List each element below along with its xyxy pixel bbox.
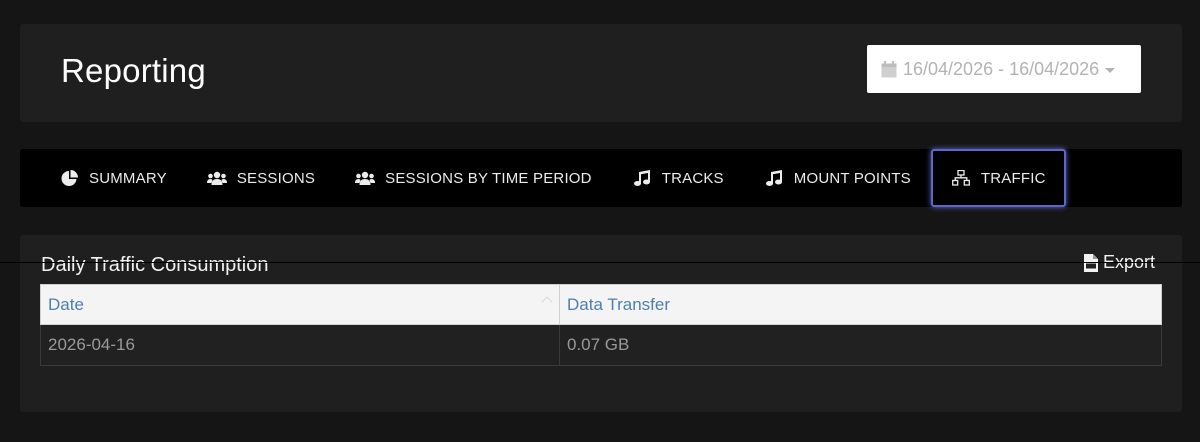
- cell-date: 2026-04-16: [40, 324, 560, 366]
- table-header-row: Date Data Transfer: [40, 284, 1162, 325]
- sitemap-icon: [951, 170, 971, 186]
- column-header-date[interactable]: Date: [40, 284, 560, 325]
- date-range-picker[interactable]: 16/04/2026 - 16/04/2026: [867, 45, 1141, 93]
- page-title: Reporting: [61, 52, 206, 89]
- tab-traffic-label: TRAFFIC: [980, 169, 1046, 187]
- header-panel: Reporting 16/04/2026 - 16/04/2026: [20, 24, 1182, 122]
- table-row: 2026-04-16 0.07 GB: [40, 324, 1162, 366]
- column-header-data-transfer-label: Data Transfer: [567, 294, 670, 314]
- pie-chart-icon: [59, 169, 79, 186]
- tab-traffic[interactable]: TRAFFIC: [930, 149, 1066, 207]
- report-tabs: SUMMARY SESSIONS SESSIONS BY TIME PERIOD…: [20, 149, 1182, 207]
- tab-sessions-label: SESSIONS: [236, 169, 316, 187]
- divider: [0, 262, 1200, 263]
- traffic-table: Date Data Transfer 2026-04-16 0.07 GB: [40, 284, 1162, 366]
- users-icon: [206, 170, 227, 186]
- section-title: Daily Traffic Consumption: [41, 254, 269, 276]
- tab-summary-label: SUMMARY: [89, 169, 167, 187]
- sort-ascending-icon: [541, 296, 553, 308]
- music-icon: [632, 170, 652, 186]
- chevron-down-icon: [1105, 68, 1116, 73]
- users-icon: [355, 170, 376, 186]
- tab-mount-points-label: MOUNT POINTS: [793, 169, 911, 187]
- tab-summary[interactable]: SUMMARY: [39, 150, 187, 206]
- column-header-data-transfer[interactable]: Data Transfer: [559, 284, 1162, 325]
- calendar-icon: [881, 60, 897, 77]
- tab-tracks[interactable]: TRACKS: [612, 150, 744, 206]
- column-header-date-label: Date: [48, 294, 84, 314]
- tab-sessions-by-time-period[interactable]: SESSIONS BY TIME PERIOD: [335, 150, 612, 206]
- date-range-value: 16/04/2026 - 16/04/2026: [903, 58, 1100, 79]
- tab-sessions[interactable]: SESSIONS: [187, 150, 335, 206]
- tab-sessions-by-time-period-label: SESSIONS BY TIME PERIOD: [385, 169, 592, 187]
- cell-data-transfer: 0.07 GB: [559, 324, 1162, 366]
- tab-mount-points[interactable]: MOUNT POINTS: [744, 150, 931, 206]
- music-icon: [764, 170, 784, 186]
- tab-tracks-label: TRACKS: [661, 169, 724, 187]
